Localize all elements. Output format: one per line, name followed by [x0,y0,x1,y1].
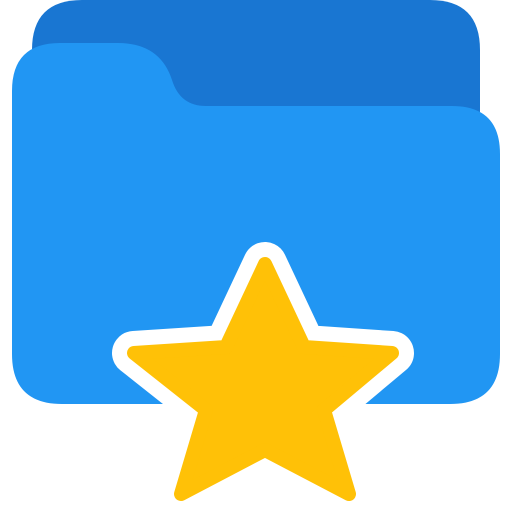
favorite-folder-icon-graphic [12,0,500,512]
favorite-folder-icon [0,0,512,512]
